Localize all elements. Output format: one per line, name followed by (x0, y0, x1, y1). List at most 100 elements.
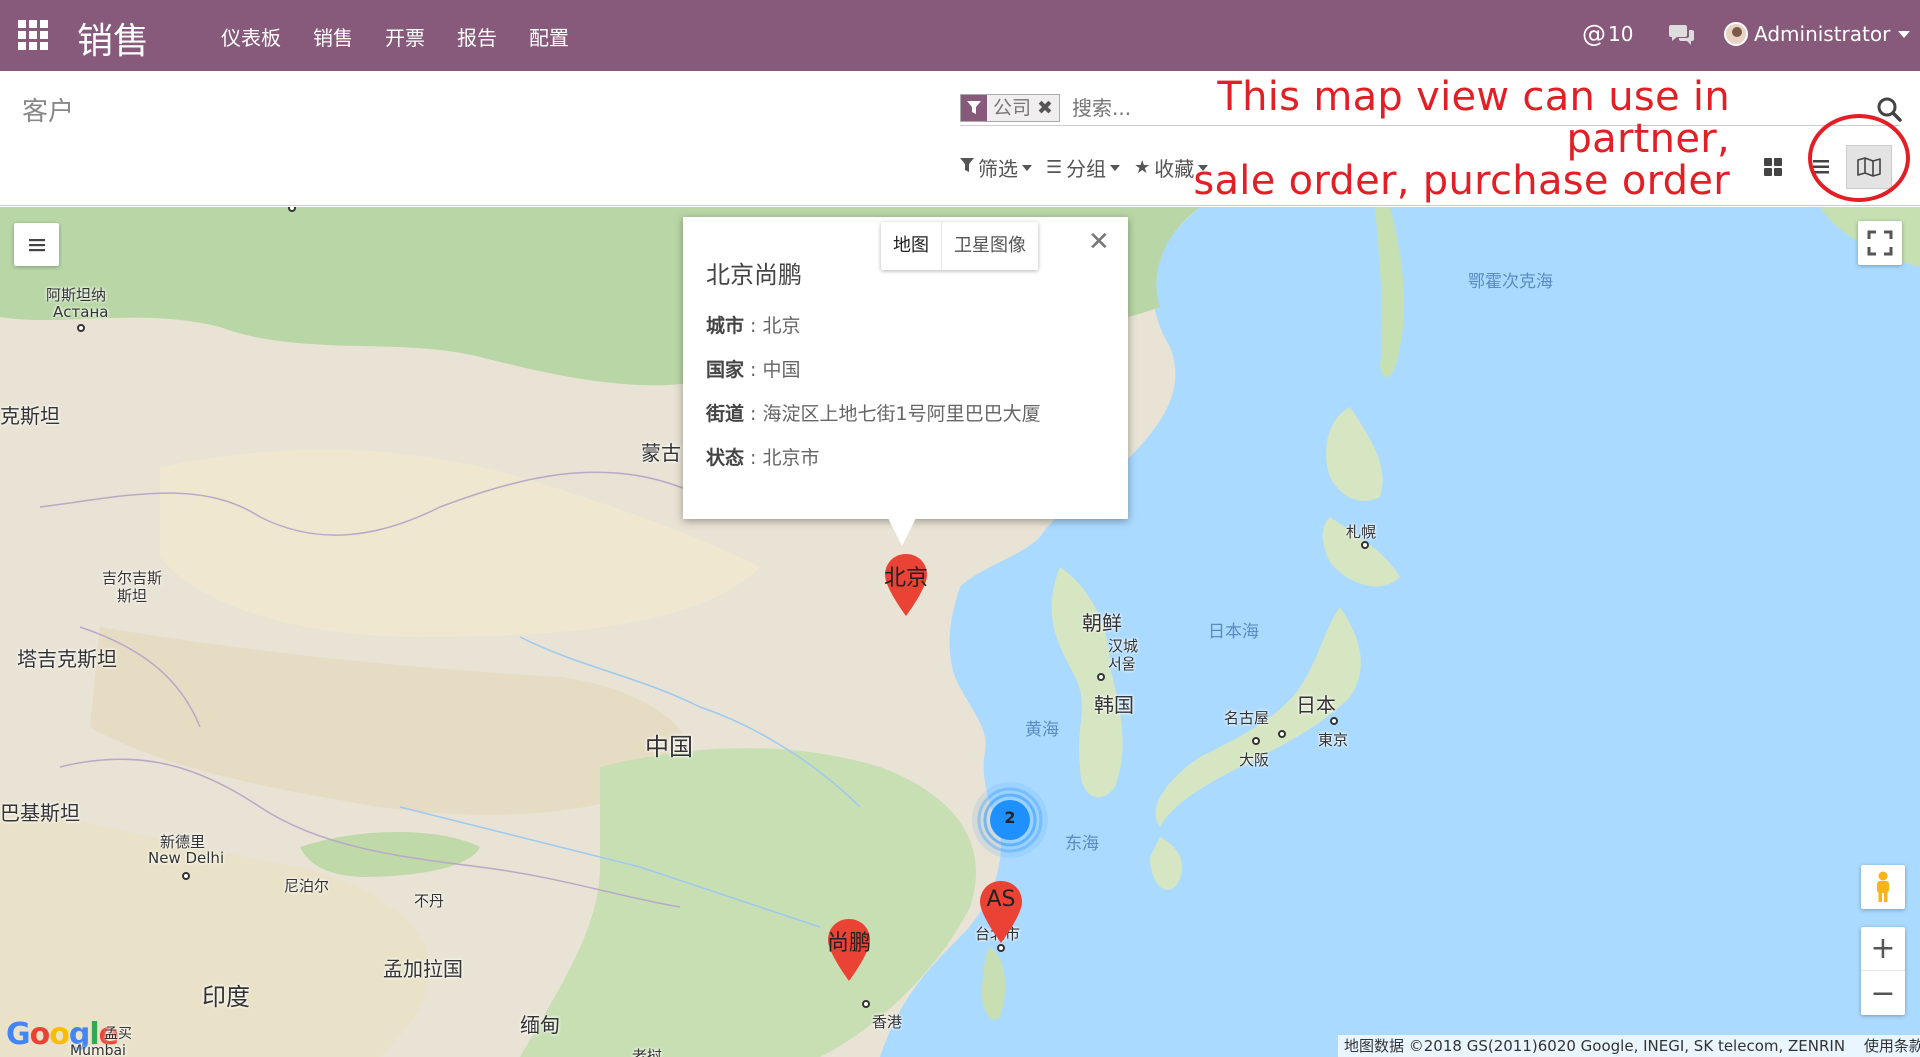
zoom-in-button[interactable]: + (1861, 927, 1905, 971)
marker-label: AS (986, 887, 1016, 912)
search-bar: 公司 ✖ (960, 90, 1902, 126)
menu-item-dashboard[interactable]: 仪表板 (221, 22, 281, 51)
popup-key: 城市 (706, 315, 745, 337)
menu-item-configuration[interactable]: 配置 (529, 22, 569, 51)
hamburger-icon (28, 238, 45, 251)
filter-icon (960, 157, 974, 178)
at-icon: @ (1582, 20, 1606, 48)
city-dot (997, 944, 1005, 952)
map-marker-shangpeng[interactable]: 尚鹏 (827, 919, 871, 981)
view-switcher (1748, 145, 1892, 189)
sidebar-toggle-button[interactable] (14, 223, 59, 266)
group-by-dropdown[interactable]: ☰ 分组 (1046, 153, 1121, 182)
filters-label: 筛选 (978, 157, 1018, 181)
map-label-nepal: 尼泊尔 (284, 877, 330, 895)
breadcrumb: 客户 (22, 97, 75, 127)
fullscreen-icon (1867, 230, 1893, 256)
map-label-kazakhstan: 克斯坦 (0, 404, 60, 428)
city-dot (182, 872, 190, 880)
map-view[interactable]: 阿斯坦纳 Астана 克斯坦 蒙古 吉尔吉斯 斯坦 塔吉克斯坦 巴基斯坦 新德… (0, 207, 1920, 1057)
city-dot (1278, 730, 1286, 738)
map-label-sapporo: 札幌 (1346, 523, 1377, 541)
filters-dropdown[interactable]: 筛选 (960, 153, 1032, 182)
popup-key: 街道 (706, 403, 745, 425)
popup-value: 中国 (762, 359, 801, 381)
terms-link[interactable]: 使用条款 (1864, 1037, 1920, 1055)
fullscreen-button[interactable] (1858, 221, 1902, 265)
filter-icon (961, 95, 987, 121)
caret-down-icon (1022, 164, 1032, 171)
star-icon: ★ (1134, 157, 1151, 178)
group-by-label: 分组 (1066, 157, 1107, 181)
mentions-counter[interactable]: @ 10 (1582, 20, 1633, 48)
favorites-dropdown[interactable]: ★ 收藏 (1134, 153, 1209, 182)
map-label-seoul: 汉城 서울 (1108, 637, 1139, 673)
kanban-view-button[interactable] (1750, 145, 1796, 189)
chat-icon[interactable] (1668, 22, 1696, 48)
street-view-button[interactable] (1861, 865, 1905, 909)
city-dot (1097, 673, 1105, 681)
map-label-south-korea: 韩国 (1094, 693, 1134, 717)
city-dot (77, 324, 85, 332)
popup-row-state: 状态 : 北京市 (706, 447, 820, 469)
marker-cluster[interactable]: 2 (970, 780, 1050, 860)
remove-facet-icon[interactable]: ✖ (1037, 95, 1059, 121)
apps-menu-icon[interactable] (18, 20, 50, 50)
map-label-india: 印度 (202, 983, 250, 1011)
list-view-button[interactable] (1798, 145, 1844, 189)
city-dot (862, 1000, 870, 1008)
popup-value: 北京 (762, 315, 801, 337)
pegman-icon (1877, 871, 1889, 902)
city-dot (1330, 717, 1338, 725)
search-input[interactable] (1072, 92, 1792, 124)
map-label-sea-of-japan: 日本海 (1208, 622, 1259, 642)
list-icon: ☰ (1046, 157, 1063, 178)
map-type-satellite-button[interactable]: 卫星图像 (941, 222, 1038, 270)
close-icon[interactable]: ✕ (1088, 227, 1110, 257)
map-label-hong-kong: 香港 (872, 1013, 903, 1031)
map-label-china: 中国 (645, 733, 693, 761)
map-label-bangladesh: 孟加拉国 (383, 957, 463, 981)
menu-item-reporting[interactable]: 报告 (457, 22, 497, 51)
map-label-new-delhi-en: New Delhi (148, 849, 225, 867)
cluster-count: 2 (1004, 808, 1016, 827)
popup-pointer (888, 518, 916, 546)
user-menu[interactable]: Administrator (1724, 22, 1911, 46)
caret-down-icon (1110, 164, 1121, 171)
mentions-count: 10 (1608, 22, 1634, 46)
menu-item-sales[interactable]: 销售 (313, 22, 353, 51)
kanban-icon (1764, 158, 1782, 176)
popup-value: 海淀区上地七街1号阿里巴巴大厦 (762, 403, 1041, 425)
map-label-mongolia: 蒙古 (641, 441, 681, 465)
map-label-mumbai-cn: 孟买 (104, 1026, 132, 1042)
menu-item-invoicing[interactable]: 开票 (385, 22, 425, 51)
search-icon[interactable] (1876, 96, 1902, 122)
control-panel: 客户 公司 ✖ 筛选 ☰ 分组 ★ 收藏 (0, 71, 1920, 206)
list-icon (1813, 160, 1829, 174)
map-label-myanmar: 缅甸 (520, 1013, 560, 1037)
map-label-tokyo: 東京 (1318, 731, 1349, 749)
map-label-laos: 老挝 (632, 1047, 663, 1057)
zoom-control: + − (1861, 927, 1905, 1015)
map-type-control: 地图 卫星图像 (881, 222, 1038, 270)
zoom-out-button[interactable]: − (1861, 971, 1905, 1015)
avatar (1724, 22, 1748, 46)
map-marker-beijing[interactable]: 北京 (884, 554, 928, 616)
map-label-japan: 日本 (1296, 693, 1336, 717)
map-label-tajikistan: 塔吉克斯坦 (17, 647, 117, 671)
app-brand: 销售 (77, 21, 150, 62)
popup-row-street: 街道 : 海淀区上地七街1号阿里巴巴大厦 (706, 403, 1041, 425)
main-menu: 仪表板 销售 开票 报告 配置 (221, 22, 601, 51)
map-label-mumbai: Mumbai (70, 1043, 126, 1057)
map-type-map-button[interactable]: 地图 (881, 222, 941, 270)
search-options: 筛选 ☰ 分组 ★ 收藏 (960, 153, 1222, 182)
map-label-pakistan: 巴基斯坦 (0, 801, 80, 825)
map-label-bhutan: 不丹 (414, 892, 445, 910)
map-icon (1857, 157, 1881, 177)
map-label-astana-ru: Астана (53, 303, 109, 321)
map-label-yellow-sea: 黄海 (1025, 720, 1059, 740)
popup-title: 北京尚鹏 (706, 261, 802, 289)
map-marker-as[interactable]: AS (980, 881, 1022, 943)
map-view-button[interactable] (1846, 145, 1892, 189)
map-label-nagoya: 名古屋 (1224, 709, 1270, 727)
